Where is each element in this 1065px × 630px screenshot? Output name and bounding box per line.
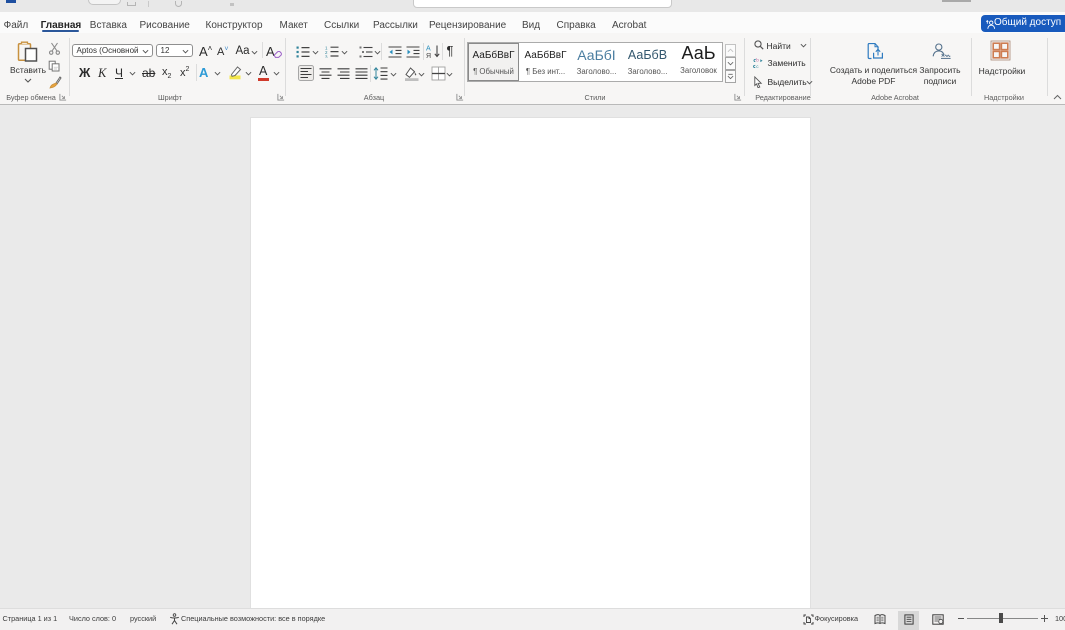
svg-text:3: 3 [325, 55, 328, 59]
svg-text:А: А [426, 46, 431, 53]
svg-text:c: c [756, 64, 759, 68]
svg-text:b: b [756, 58, 759, 63]
svg-text:Я: Я [426, 53, 431, 59]
